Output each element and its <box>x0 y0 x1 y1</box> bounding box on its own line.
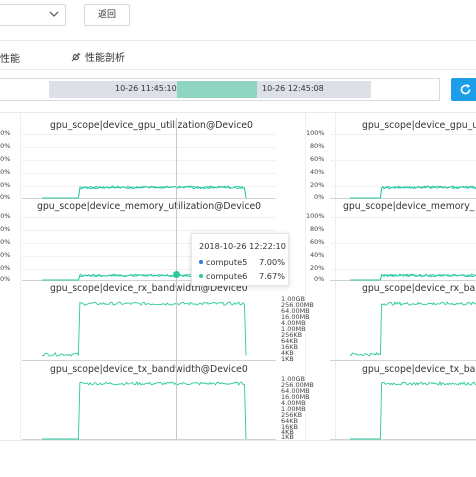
x-axis <box>22 360 276 361</box>
tooltip-row: compute5 7.00% <box>199 257 285 267</box>
chart-title: gpu_scope|device_gpu_utilization@Device0 <box>50 120 253 131</box>
chart-title: gpu_scope|device_memory_ <box>343 201 475 212</box>
instance-select[interactable] <box>0 4 66 26</box>
gpu-utilization-plot[interactable] <box>22 134 276 199</box>
chart-title: gpu_scope|device_tx_ban <box>362 364 476 375</box>
wrench-icon <box>71 52 81 62</box>
y-tick-label: 60% <box>310 155 325 163</box>
divider <box>0 440 476 441</box>
series-dot-icon <box>199 274 203 278</box>
y-tick-label: 100% <box>306 212 325 220</box>
chart-title: gpu_scope|device_rx_ban <box>362 283 476 294</box>
y-tick-label: 100% <box>0 212 11 220</box>
time-range-end: 10-26 12:45:08 <box>262 84 324 93</box>
time-range-start: 10-26 11:45:10 <box>115 84 177 93</box>
tab-performance-profiling[interactable]: 性能剖析 <box>70 49 125 64</box>
y-tick-label: 60% <box>0 155 11 163</box>
gpu-utilization-plot-right[interactable] <box>330 134 476 199</box>
tab-performance-profiling-label: 性能剖析 <box>85 53 125 64</box>
y-tick-label: 60% <box>0 238 11 246</box>
tooltip-series-value: 7.00% <box>258 257 285 267</box>
chart-title: gpu_scope|device_tx_bandwidth@Device0 <box>50 364 248 375</box>
rx-bandwidth-plot[interactable] <box>22 298 276 360</box>
toolbar: 返回 <box>0 0 476 34</box>
y-tick-label: 60% <box>310 238 325 246</box>
series-dot-icon <box>199 260 203 264</box>
series-line-compute5 <box>42 381 247 440</box>
y-tick-label: 80% <box>0 142 11 150</box>
back-button[interactable]: 返回 <box>84 4 130 26</box>
chart-title: gpu_scope|device_gpu_util <box>362 120 476 131</box>
tx-bandwidth-plot-right[interactable] <box>330 378 476 440</box>
y-tick-label: 20% <box>310 264 325 272</box>
tooltip-series-name: compute6 <box>206 271 248 281</box>
y-tick-label: 80% <box>310 225 325 233</box>
refresh-icon <box>460 84 471 95</box>
y-tick-label: 40% <box>310 168 325 176</box>
tooltip-series-name: compute5 <box>206 257 248 267</box>
y-tick-label: 80% <box>0 225 11 233</box>
hover-point <box>173 271 180 278</box>
tab-bar: 性能 性能剖析 <box>0 40 476 70</box>
chart-tooltip: 2018-10-26 12:22:10 compute5 7.00% compu… <box>191 233 289 286</box>
series-line-compute5 <box>350 273 476 281</box>
time-range-slider[interactable]: 10-26 11:45:10 10-26 12:45:08 <box>0 78 440 101</box>
series-line-compute5 <box>41 301 247 357</box>
chart-title: gpu_scope|device_memory_utilization@Devi… <box>37 201 262 212</box>
y-tick-label: 20% <box>0 181 11 189</box>
y-tick-label: 20% <box>310 181 325 189</box>
y-tick-label: 0% <box>314 193 325 201</box>
y-tick-label: 1KB <box>281 433 294 441</box>
refresh-button[interactable] <box>451 78 476 101</box>
series-line-compute6 <box>350 185 476 199</box>
y-tick-label: 100% <box>0 129 11 137</box>
y-tick-label: 40% <box>310 251 325 259</box>
hover-crosshair <box>176 118 177 440</box>
series-line-compute5 <box>350 380 476 440</box>
tx-bandwidth-plot[interactable] <box>22 378 276 440</box>
y-tick-label: 0% <box>0 193 11 201</box>
tooltip-series-value: 7.67% <box>258 271 285 281</box>
y-tick-label: 80% <box>310 142 325 150</box>
rx-bandwidth-plot-right[interactable] <box>330 298 476 360</box>
series-line-compute5 <box>349 301 476 357</box>
y-tick-label: 40% <box>0 251 11 259</box>
divider <box>0 112 476 113</box>
y-tick-label: 1KB <box>281 355 294 363</box>
gpu-monitor-page: 返回 性能 性能剖析 10-26 11:45:10 10-26 12:45:08… <box>0 0 476 477</box>
tab-performance[interactable]: 性能 <box>0 50 20 65</box>
y-tick-label: 0% <box>314 275 325 283</box>
time-range-selection[interactable] <box>177 81 257 98</box>
memory-utilization-plot-right[interactable] <box>330 217 476 281</box>
x-axis <box>330 360 476 361</box>
y-tick-label: 40% <box>0 168 11 176</box>
y-tick-label: 0% <box>0 275 11 283</box>
y-tick-label: 100% <box>306 129 325 137</box>
divider <box>20 112 21 440</box>
tooltip-time: 2018-10-26 12:22:10 <box>199 241 286 251</box>
tooltip-row: compute6 7.67% <box>199 271 285 281</box>
y-tick-label: 20% <box>0 264 11 272</box>
chevron-down-icon <box>49 11 59 17</box>
